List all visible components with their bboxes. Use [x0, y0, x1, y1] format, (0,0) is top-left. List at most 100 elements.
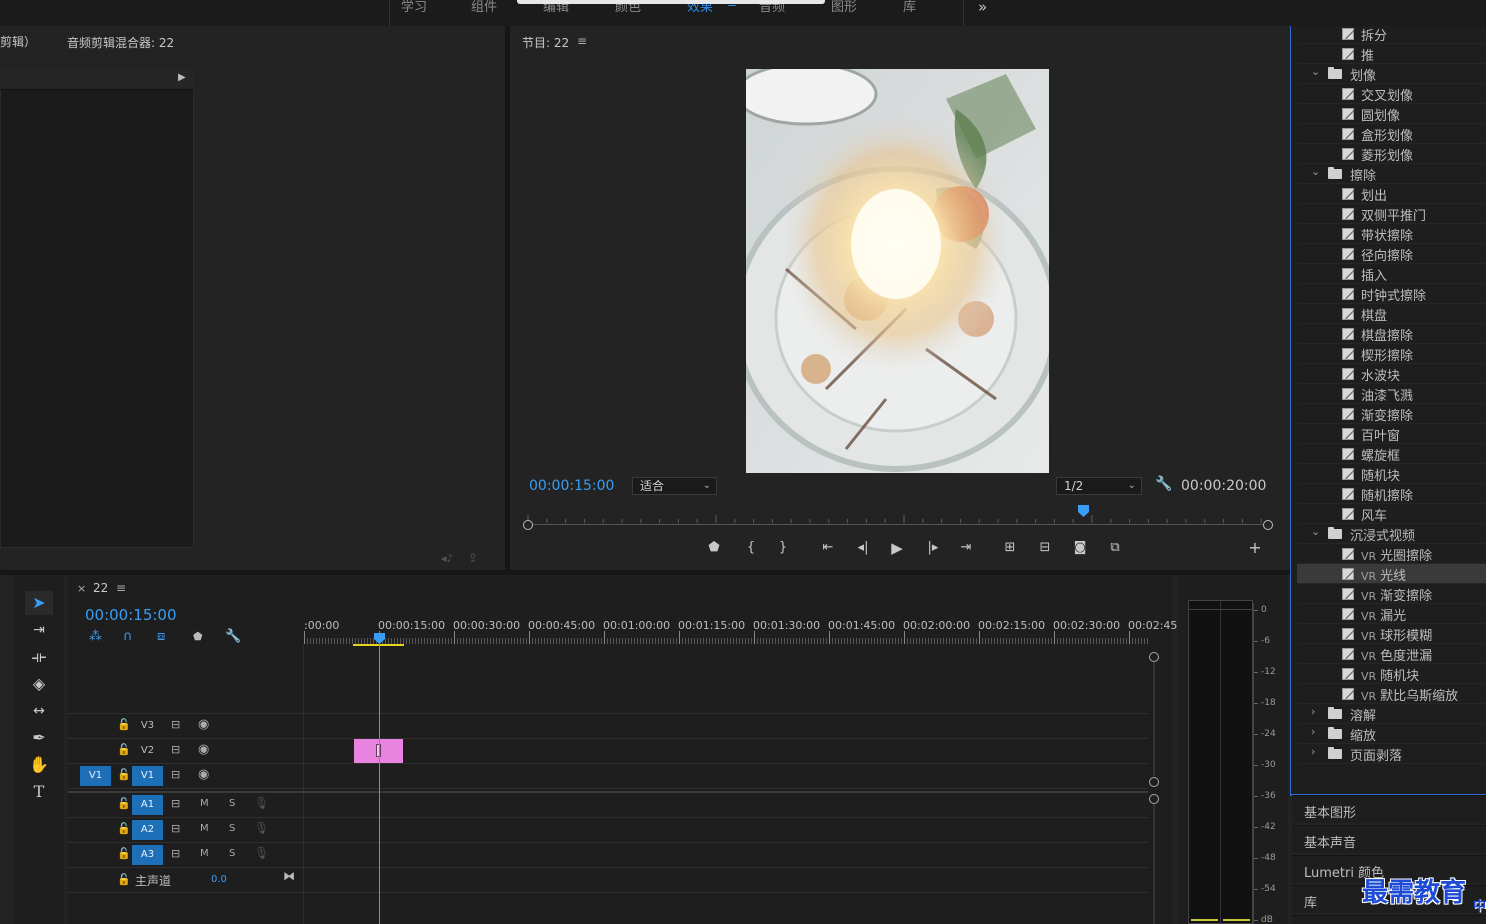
extract-icon[interactable]: ⊟	[1036, 540, 1054, 555]
effect-item[interactable]: 随机擦除	[1297, 484, 1486, 504]
resolution-select[interactable]: 1/2 ⌄	[1056, 477, 1142, 495]
panel-tab-essential-sound[interactable]: 基本声音	[1292, 825, 1486, 853]
lift-icon[interactable]: ⊞	[1001, 540, 1019, 555]
scrub-start-handle[interactable]	[523, 520, 533, 530]
effects-folder[interactable]: › 页面剥落	[1297, 744, 1486, 764]
track-label-a2[interactable]: A2	[132, 820, 163, 840]
effect-item[interactable]: VR 漏光	[1297, 604, 1486, 624]
lock-icon[interactable]: 🔓	[117, 768, 131, 781]
effect-item[interactable]: VR 默比乌斯缩放	[1297, 684, 1486, 704]
timeline-current-time[interactable]: 00:00:15:00	[85, 606, 177, 624]
effect-item[interactable]: VR 渐变擦除	[1297, 584, 1486, 604]
solo-button[interactable]: S	[229, 848, 235, 859]
mute-button[interactable]: M	[200, 798, 209, 809]
nest-icon[interactable]: ⁂	[89, 629, 102, 644]
scrub-end-handle[interactable]	[1263, 520, 1273, 530]
razor-tool-icon[interactable]: ◈	[25, 672, 53, 696]
effect-item[interactable]: 渐变擦除	[1297, 404, 1486, 424]
chevron-right-icon[interactable]: ›	[1311, 705, 1315, 718]
go-to-end-icon[interactable]: ⧓	[283, 869, 295, 883]
wrench-icon[interactable]: 🔧	[1155, 476, 1172, 492]
sync-lock-icon[interactable]: ⊟	[171, 822, 180, 835]
scroll-handle-bottom[interactable]	[1149, 777, 1159, 787]
solo-button[interactable]: S	[229, 798, 235, 809]
effect-item[interactable]: 交叉划像	[1297, 84, 1486, 104]
effects-folder[interactable]: › 溶解	[1297, 704, 1486, 724]
effect-item[interactable]: VR 色度泄漏	[1297, 644, 1486, 664]
microphone-icon[interactable]: 🎙	[254, 846, 269, 860]
tab-audio-clip-mixer[interactable]: 音频剪辑混合器: 22	[67, 34, 174, 51]
lock-icon[interactable]: 🔓	[117, 718, 131, 731]
vertical-scrollbar[interactable]	[1153, 662, 1155, 776]
go-to-out-icon[interactable]: ⇥	[957, 540, 975, 555]
program-ruler[interactable]	[522, 512, 1270, 523]
effects-folder[interactable]: ⌄ 擦除	[1297, 164, 1486, 184]
mark-out-icon[interactable]: }	[774, 540, 792, 555]
effect-item[interactable]: 随机块	[1297, 464, 1486, 484]
timeline-settings-wrench-icon[interactable]: 🔧	[225, 629, 241, 644]
solo-button[interactable]: S	[229, 823, 235, 834]
comparison-view-icon[interactable]: ⧉	[1106, 540, 1124, 555]
selection-tool-icon[interactable]: ➤	[25, 591, 53, 615]
lock-icon[interactable]: 🔓	[117, 847, 131, 860]
chevron-right-icon[interactable]: ›	[1311, 745, 1315, 758]
type-tool-icon[interactable]: T	[25, 780, 53, 804]
effects-folder[interactable]: ⌄ 沉浸式视频	[1297, 524, 1486, 544]
effect-item[interactable]: 时钟式擦除	[1297, 284, 1486, 304]
sync-lock-icon[interactable]: ⊟	[171, 718, 180, 731]
microphone-icon[interactable]: 🎙	[254, 821, 269, 835]
workspace-tab-learn[interactable]: 学习	[401, 0, 427, 15]
sync-lock-icon[interactable]: ⊟	[171, 847, 180, 860]
program-scrub-track[interactable]	[528, 524, 1268, 525]
snap-icon[interactable]: ∩	[123, 629, 133, 644]
add-marker-icon[interactable]: ⬟	[193, 630, 203, 643]
go-to-in-icon[interactable]: ⇤	[819, 540, 837, 555]
linked-selection-icon[interactable]: ⧈	[157, 629, 165, 644]
effect-item[interactable]: 风车	[1297, 504, 1486, 524]
effect-item[interactable]: 百叶窗	[1297, 424, 1486, 444]
source-patch-v1[interactable]: V1	[80, 766, 111, 786]
tab-source-clip[interactable]: 剪辑）	[0, 33, 36, 50]
ripple-edit-tool-icon[interactable]: ⟛	[25, 645, 53, 669]
lock-icon[interactable]: 🔓	[117, 797, 131, 810]
effect-item[interactable]: 棋盘	[1297, 304, 1486, 324]
export-frame-icon[interactable]: ◙	[1071, 540, 1089, 555]
marker-icon[interactable]: ⬟	[705, 540, 723, 555]
track-select-tool-icon[interactable]: ⇥	[25, 618, 53, 642]
workspace-overflow-icon[interactable]: »	[978, 0, 987, 16]
hand-tool-icon[interactable]: ✋	[25, 753, 53, 777]
sequence-tab[interactable]: 22	[93, 581, 108, 595]
add-button-icon[interactable]: +	[1246, 538, 1264, 557]
play-icon[interactable]: ▶	[888, 539, 906, 557]
expand-arrow-icon[interactable]: ▶	[178, 72, 186, 83]
track-label-v2[interactable]: V2	[132, 741, 163, 761]
effect-item[interactable]: 楔形擦除	[1297, 344, 1486, 364]
effects-folder[interactable]: ⌄ 划像	[1297, 64, 1486, 84]
eye-icon[interactable]: ◉	[198, 767, 209, 782]
effect-item[interactable]: 菱形划像	[1297, 144, 1486, 164]
effect-item[interactable]: VR 随机块	[1297, 664, 1486, 684]
panel-tab-essential-graphics[interactable]: 基本图形	[1292, 795, 1486, 823]
effect-item[interactable]: 径向擦除	[1297, 244, 1486, 264]
pen-tool-icon[interactable]: ✒	[25, 726, 53, 750]
effects-folder[interactable]: › 缩放	[1297, 724, 1486, 744]
effect-item[interactable]: 螺旋框	[1297, 444, 1486, 464]
effect-item[interactable]: 圆划像	[1297, 104, 1486, 124]
effect-item[interactable]: 水波块	[1297, 364, 1486, 384]
chevron-down-icon[interactable]: ⌄	[1311, 525, 1320, 538]
step-back-icon[interactable]: ◂|	[854, 540, 872, 555]
workspace-tab-libraries[interactable]: 库	[903, 0, 916, 15]
effect-item[interactable]: 棋盘擦除	[1297, 324, 1486, 344]
sync-lock-icon[interactable]: ⊟	[171, 768, 180, 781]
speaker-icon[interactable]: ◂♪	[441, 552, 454, 565]
sequence-menu-icon[interactable]: ≡	[116, 581, 126, 595]
effect-item[interactable]: 推	[1297, 44, 1486, 64]
sync-lock-icon[interactable]: ⊟	[171, 797, 180, 810]
effect-item[interactable]: 盒形划像	[1297, 124, 1486, 144]
close-icon[interactable]: ×	[77, 582, 86, 595]
microphone-icon[interactable]: 🎙	[254, 796, 269, 810]
effect-item[interactable]: 插入	[1297, 264, 1486, 284]
effect-item[interactable]: 带状擦除	[1297, 224, 1486, 244]
step-forward-icon[interactable]: |▸	[924, 540, 942, 555]
program-playhead[interactable]	[1077, 505, 1089, 517]
